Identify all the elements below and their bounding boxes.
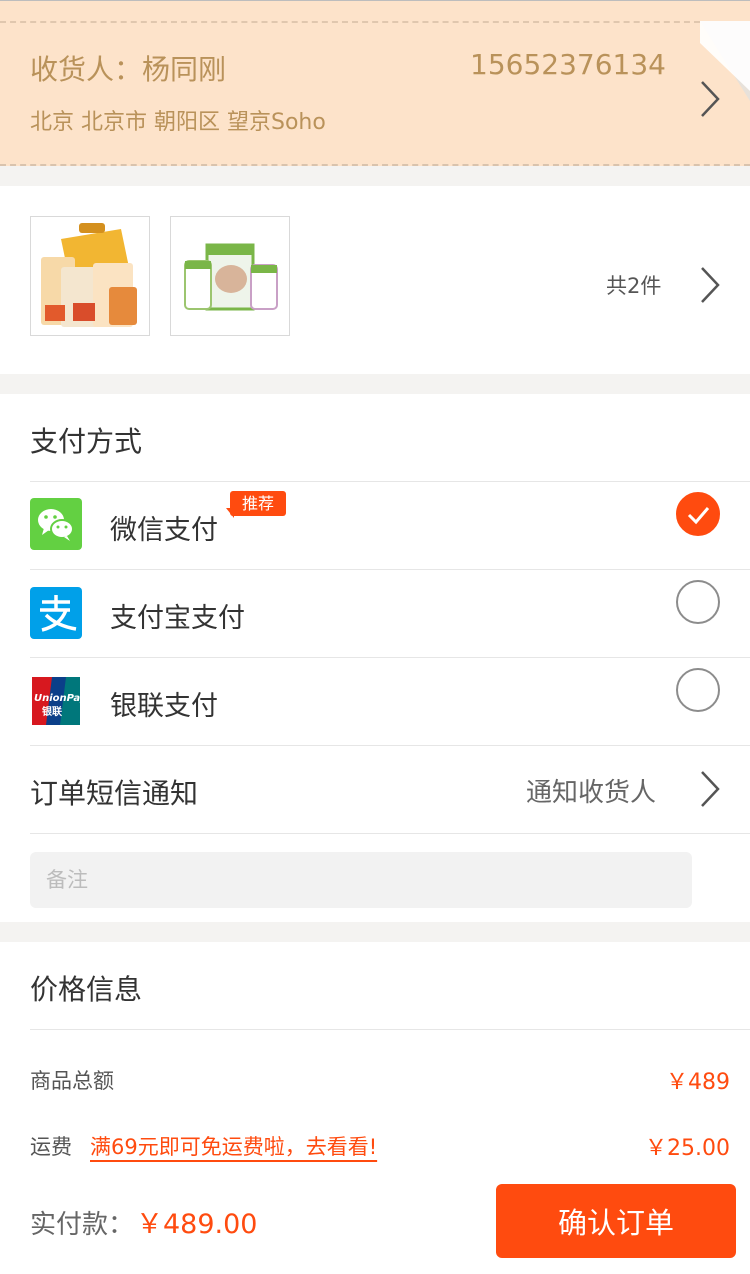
payment-option-label: 微信支付 xyxy=(110,515,218,546)
order-note-input[interactable] xyxy=(30,852,692,908)
radio-alipay[interactable] xyxy=(676,580,720,624)
payment-section-title: 支付方式 xyxy=(30,425,143,458)
shipping-value: ￥25.00 xyxy=(645,1136,730,1161)
price-section-title: 价格信息 xyxy=(30,973,143,1006)
divider xyxy=(30,1029,750,1030)
payment-option-label: 银联支付 xyxy=(110,691,218,722)
goods-total-value: ￥489 xyxy=(666,1070,730,1095)
radio-wechat-selected[interactable] xyxy=(676,492,720,536)
goods-total-label: 商品总额 xyxy=(30,1069,114,1093)
product-thumbnail-body-cleanse[interactable] xyxy=(170,216,290,336)
wechat-pay-icon xyxy=(30,498,82,550)
checkmark-icon xyxy=(687,507,710,525)
svg-text:银联: 银联 xyxy=(42,705,62,718)
divider xyxy=(30,833,750,834)
radio-unionpay[interactable] xyxy=(676,668,720,712)
free-shipping-promo-link[interactable]: 满69元即可免运费啦，去看看! xyxy=(90,1131,377,1161)
payment-option-label: 支付宝支付 xyxy=(110,603,245,634)
sms-notification-label: 订单短信通知 xyxy=(30,777,199,810)
unionpay-icon: UnionPay 银联 xyxy=(30,675,87,727)
product-thumbnail-snack-box[interactable] xyxy=(30,216,150,336)
alipay-icon xyxy=(30,587,82,639)
recommend-badge: 推荐 xyxy=(230,491,286,516)
address-chevron-right-icon[interactable] xyxy=(700,80,720,118)
amount-payable-value: ￥489.00 xyxy=(136,1209,258,1240)
recipient-address: 北京 北京市 朝阳区 望京Soho xyxy=(30,110,326,135)
goods-chevron-right-icon[interactable] xyxy=(700,266,720,304)
sms-chevron-right-icon[interactable] xyxy=(700,770,720,808)
goods-count: 共2件 xyxy=(606,274,662,298)
recipient-phone: 15652376134 xyxy=(470,48,666,81)
sms-notification-value: 通知收货人 xyxy=(526,778,657,808)
amount-payable-label: 实付款： xyxy=(30,1210,135,1240)
confirm-order-button[interactable]: 确认订单 xyxy=(496,1184,736,1258)
recipient-name: 收货人：杨同刚 xyxy=(30,53,227,86)
shipping-label: 运费 xyxy=(30,1135,72,1159)
address-dashed-border xyxy=(0,21,700,23)
svg-text:UnionPay: UnionPay xyxy=(34,693,82,704)
